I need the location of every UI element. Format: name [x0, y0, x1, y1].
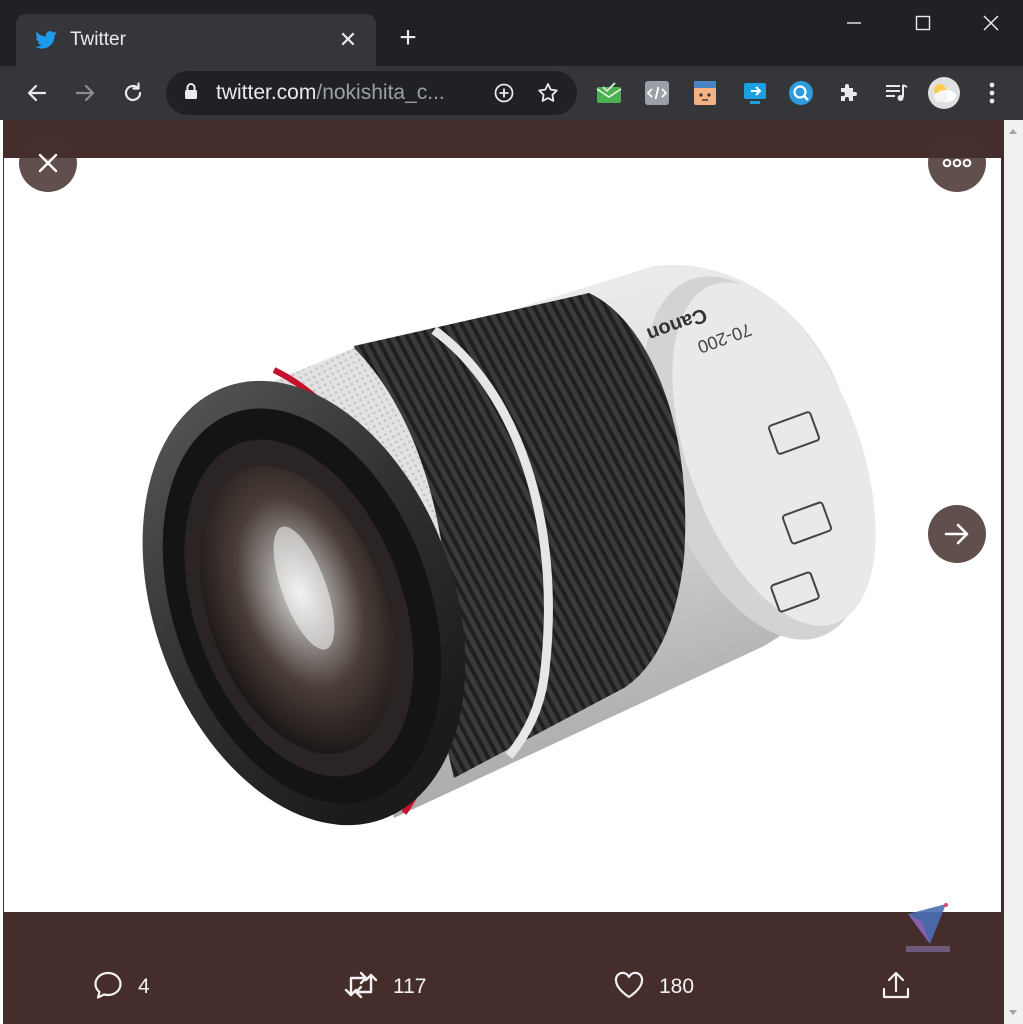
tab-title: Twitter: [70, 29, 126, 50]
bookmark-star-icon[interactable]: [531, 76, 565, 110]
tweet-actions-bar: 4 117 180: [0, 960, 1004, 1014]
url-text: twitter.com/nokishita_c...: [216, 81, 445, 104]
tab-close-icon[interactable]: ✕: [336, 27, 360, 53]
face-extension-icon[interactable]: [690, 78, 720, 108]
retweet-button[interactable]: 117: [343, 960, 426, 1014]
new-tab-button[interactable]: +: [393, 23, 423, 54]
close-window-button[interactable]: [971, 8, 1011, 38]
address-bar[interactable]: twitter.com/nokishita_c...: [166, 71, 577, 115]
reply-count: 4: [138, 975, 150, 998]
search-extension-icon[interactable]: [786, 78, 816, 108]
twitter-bird-icon: [34, 28, 58, 52]
scroll-down-icon[interactable]: [1009, 1010, 1017, 1015]
mail-check-icon[interactable]: [594, 78, 624, 108]
close-viewer-button[interactable]: [19, 134, 77, 192]
heart-icon: [613, 970, 645, 1005]
retweet-icon: [343, 970, 379, 1005]
lens-photo[interactable]: Canon 70-200: [4, 158, 1001, 912]
next-image-button[interactable]: [928, 505, 986, 563]
share-button[interactable]: [880, 960, 912, 1014]
retweet-count: 117: [393, 975, 427, 998]
lock-icon: [184, 82, 202, 105]
reply-button[interactable]: 4: [92, 960, 150, 1014]
reply-icon: [92, 969, 124, 1006]
install-app-icon[interactable]: [487, 76, 521, 110]
browser-toolbar: twitter.com/nokishita_c...: [0, 66, 1023, 120]
more-options-button[interactable]: [928, 134, 986, 192]
scroll-up-icon[interactable]: [1009, 129, 1017, 134]
browser-tab[interactable]: Twitter ✕: [16, 14, 376, 66]
forward-button[interactable]: [68, 76, 102, 110]
back-button[interactable]: [20, 76, 54, 110]
reload-button[interactable]: [116, 76, 150, 110]
page-scrollbar[interactable]: [1004, 120, 1023, 1024]
share-icon: [880, 969, 912, 1006]
maximize-button[interactable]: [903, 8, 943, 38]
watermark-logo: [900, 900, 958, 958]
media-control-icon[interactable]: [882, 78, 912, 108]
page-left-edge: [0, 120, 3, 1024]
code-view-icon[interactable]: [642, 78, 672, 108]
browser-titlebar: Twitter ✕ +: [0, 0, 1023, 66]
puzzle-icon[interactable]: [834, 78, 864, 108]
like-count: 180: [659, 975, 695, 998]
screen-share-icon[interactable]: [740, 78, 770, 108]
like-button[interactable]: 180: [613, 960, 694, 1014]
minimize-button[interactable]: [834, 8, 874, 38]
chrome-menu-icon[interactable]: [977, 78, 1007, 108]
profile-avatar[interactable]: [927, 76, 961, 110]
